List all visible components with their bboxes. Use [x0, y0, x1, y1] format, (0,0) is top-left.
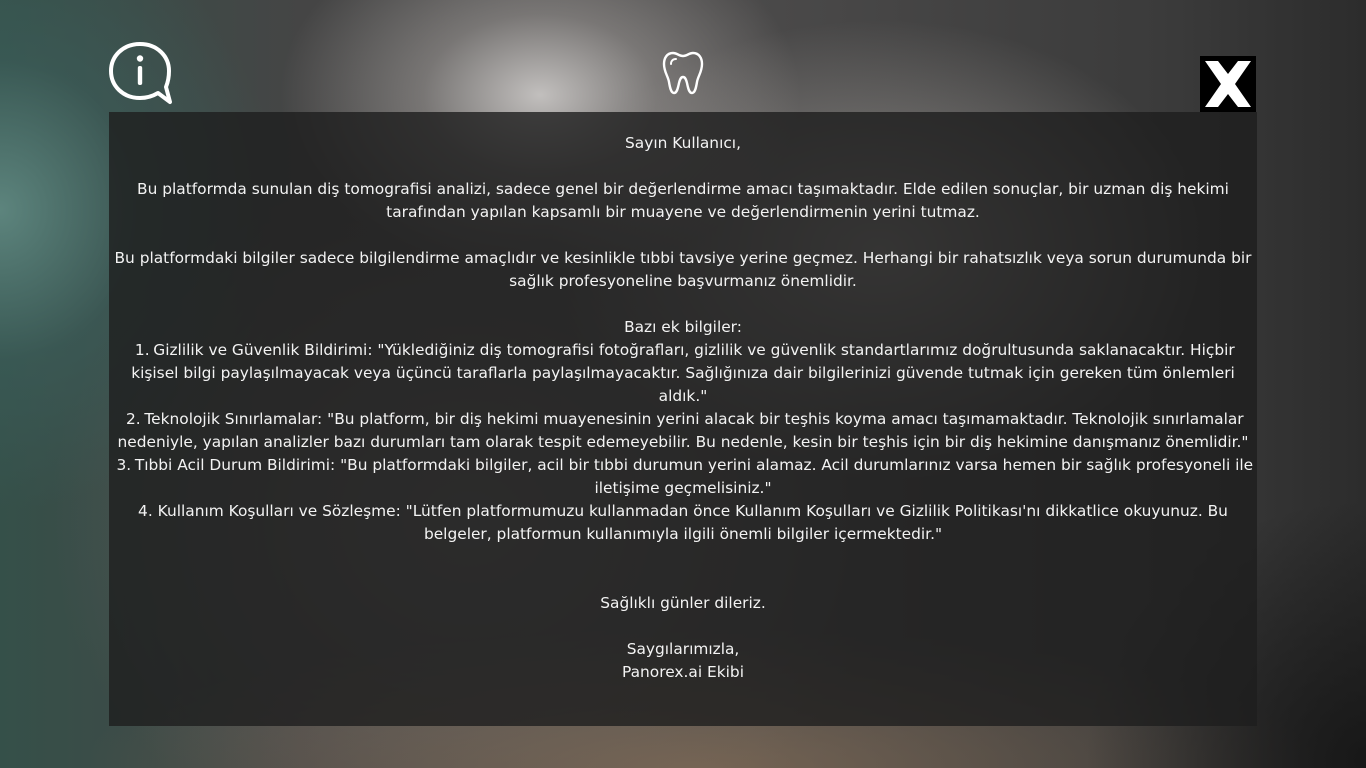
list-item-text: Teknolojik Sınırlamalar: "Bu platform, b… — [117, 410, 1249, 451]
paragraph-medical-advice: Bu platformdaki bilgiler sadece bilgilen… — [114, 249, 1252, 290]
info-icon[interactable] — [107, 40, 175, 106]
list-item: 2. Teknolojik Sınırlamalar: "Bu platform,… — [109, 408, 1257, 454]
list-item: 3. Tıbbi Acil Durum Bildirimi: "Bu platfo… — [109, 454, 1257, 500]
close-button[interactable] — [1200, 56, 1256, 112]
greeting: Sayın Kullanıcı, — [625, 134, 741, 152]
list-item-number: 4. — [138, 502, 153, 520]
team-signature: Panorex.ai Ekibi — [622, 663, 744, 681]
close-x-icon — [1205, 61, 1251, 107]
signoff: Saygılarımızla, — [626, 640, 740, 658]
list-item-number: 2. — [126, 410, 141, 428]
list-item-number: 3. — [116, 456, 132, 474]
closing-wishes: Sağlıklı günler dileriz. — [600, 594, 766, 612]
list-item: 1. Gizlilik ve Güvenlik Bildirimi: "Yükle… — [109, 339, 1257, 408]
extra-info-heading: Bazı ek bilgiler: — [624, 318, 742, 336]
disclaimer-panel: Sayın Kullanıcı, Bu platformda sunulan d… — [109, 112, 1257, 726]
list-item: 4. Kullanım Koşulları ve Sözleşme: "Lütf… — [109, 500, 1257, 546]
list-item-text: Tıbbi Acil Durum Bildirimi: "Bu platform… — [134, 456, 1254, 497]
paragraph-general-evaluation: Bu platformda sunulan diş tomografisi an… — [137, 180, 1229, 221]
list-item-number: 1. — [134, 341, 150, 359]
list-item-text: Kullanım Koşulları ve Sözleşme: "Lütfen … — [157, 502, 1228, 543]
tooth-icon — [662, 50, 704, 96]
list-item-text: Gizlilik ve Güvenlik Bildirimi: "Yükledi… — [131, 341, 1235, 405]
disclaimer-text: Sayın Kullanıcı, Bu platformda sunulan d… — [109, 132, 1257, 684]
